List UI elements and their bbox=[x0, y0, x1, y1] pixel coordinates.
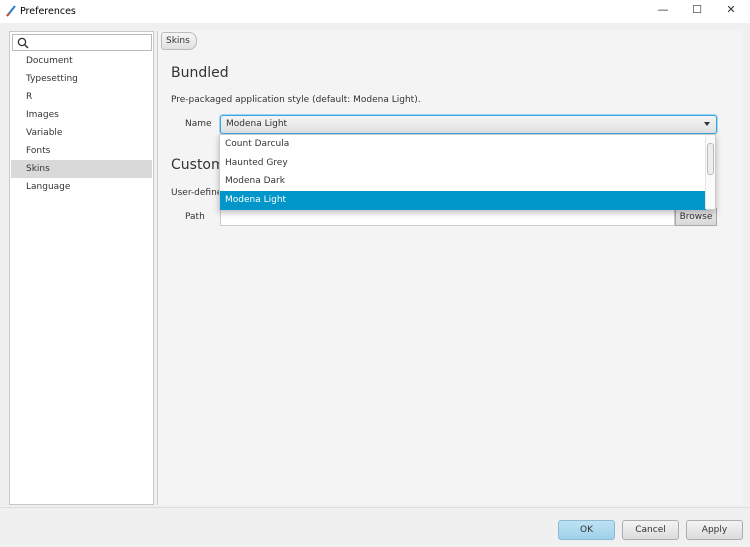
main-panel: Skins Bundled Pre-packaged application s… bbox=[157, 31, 742, 505]
sidebar-item-fonts[interactable]: Fonts bbox=[11, 142, 152, 160]
search-icon bbox=[17, 37, 29, 49]
dropdown-scrollbar[interactable] bbox=[705, 135, 715, 209]
scrollbar-thumb[interactable] bbox=[707, 143, 714, 175]
title-bar: Preferences — ☐ ✕ bbox=[0, 0, 750, 23]
path-input[interactable] bbox=[220, 208, 675, 226]
minimize-button[interactable]: — bbox=[648, 3, 678, 19]
cancel-button[interactable]: Cancel bbox=[622, 520, 679, 540]
apply-button[interactable]: Apply bbox=[686, 520, 743, 540]
dropdown-option[interactable]: Count Darcula bbox=[220, 135, 706, 154]
maximize-button[interactable]: ☐ bbox=[682, 3, 712, 19]
sidebar-item-images[interactable]: Images bbox=[11, 106, 152, 124]
name-label: Name bbox=[185, 119, 212, 129]
skin-name-combobox[interactable]: Modena Light bbox=[220, 115, 717, 134]
bundled-description: Pre-packaged application style (default:… bbox=[171, 95, 421, 105]
combo-value: Modena Light bbox=[226, 119, 288, 129]
dropdown-option[interactable]: Haunted Grey bbox=[220, 154, 706, 173]
ok-button[interactable]: OK bbox=[558, 520, 615, 540]
search-input[interactable] bbox=[12, 34, 152, 51]
close-button[interactable]: ✕ bbox=[716, 3, 746, 19]
dropdown-option-selected[interactable]: Modena Light bbox=[220, 191, 706, 210]
sidebar-item-skins[interactable]: Skins bbox=[11, 160, 152, 178]
sidebar-item-variable[interactable]: Variable bbox=[11, 124, 152, 142]
pen-icon bbox=[6, 5, 16, 17]
breadcrumb[interactable]: Skins bbox=[161, 32, 197, 50]
sidebar-item-typesetting[interactable]: Typesetting bbox=[11, 70, 152, 88]
dropdown-option[interactable]: Modena Dark bbox=[220, 172, 706, 191]
sidebar-item-r[interactable]: R bbox=[11, 88, 152, 106]
custom-heading: Custom bbox=[171, 157, 225, 173]
skin-dropdown-list: Count Darcula Haunted Grey Modena Dark M… bbox=[219, 134, 716, 210]
footer-divider bbox=[0, 507, 750, 508]
sidebar-item-language[interactable]: Language bbox=[11, 178, 152, 196]
sidebar-item-document[interactable]: Document bbox=[11, 52, 152, 70]
path-label: Path bbox=[185, 212, 205, 222]
dropdown-arrow-icon bbox=[704, 122, 710, 126]
window-title: Preferences bbox=[20, 6, 76, 17]
bundled-heading: Bundled bbox=[171, 65, 229, 81]
sidebar: Document Typesetting R Images Variable F… bbox=[9, 31, 154, 505]
browse-button[interactable]: Browse bbox=[675, 208, 717, 226]
